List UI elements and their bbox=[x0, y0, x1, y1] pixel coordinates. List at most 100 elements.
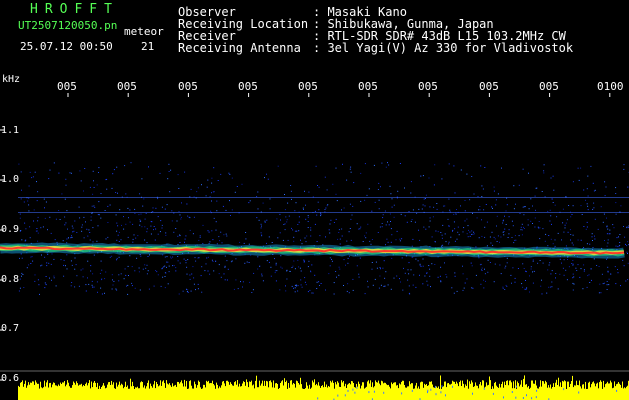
noise-pixel bbox=[293, 240, 295, 242]
noise-pixel bbox=[606, 233, 608, 235]
noise-pixel bbox=[308, 191, 310, 193]
power-bar bbox=[452, 380, 453, 400]
power-bar bbox=[378, 380, 379, 400]
noise-pixel bbox=[71, 264, 73, 266]
power-bar bbox=[174, 385, 175, 400]
noise-pixel bbox=[393, 204, 395, 206]
noise-pixel bbox=[374, 278, 376, 280]
noise-pixel bbox=[36, 228, 38, 229]
noise-pixel bbox=[515, 203, 516, 205]
power-bar bbox=[282, 380, 283, 400]
noise-pixel bbox=[500, 236, 502, 238]
power-bar bbox=[461, 386, 462, 400]
noise-pixel bbox=[195, 289, 196, 291]
noise-pixel bbox=[617, 272, 619, 274]
power-bar bbox=[135, 387, 136, 400]
noise-pixel bbox=[408, 285, 410, 287]
power-bar bbox=[385, 382, 386, 400]
noise-pixel bbox=[572, 244, 574, 246]
power-bar bbox=[33, 381, 34, 400]
noise-pixel bbox=[132, 223, 134, 225]
power-bar bbox=[445, 381, 446, 400]
power-bar bbox=[475, 382, 476, 400]
noise-pixel bbox=[94, 207, 96, 208]
noise-pixel bbox=[193, 283, 195, 285]
noise-pixel bbox=[39, 293, 40, 295]
freq-tick-0-7: 0.7 bbox=[1, 323, 20, 334]
power-bar bbox=[294, 383, 295, 400]
noise-pixel bbox=[583, 247, 585, 248]
noise-pixel bbox=[118, 231, 120, 233]
noise-pixel bbox=[346, 290, 348, 292]
noise-pixel bbox=[478, 209, 480, 211]
noise-pixel bbox=[304, 237, 306, 239]
noise-pixel bbox=[627, 253, 628, 254]
noise-pixel bbox=[270, 275, 272, 277]
noise-pixel bbox=[598, 266, 600, 267]
power-bar bbox=[462, 380, 463, 400]
noise-pixel bbox=[89, 186, 91, 188]
power-bar bbox=[316, 383, 317, 400]
noise-pixel bbox=[572, 264, 574, 266]
power-bar bbox=[58, 384, 59, 400]
power-bar bbox=[496, 385, 497, 400]
noise-pixel bbox=[109, 256, 111, 258]
power-bar bbox=[194, 381, 195, 400]
noise-pixel bbox=[31, 256, 33, 258]
power-bar bbox=[506, 380, 507, 400]
power-bar bbox=[434, 387, 435, 400]
noise-pixel bbox=[269, 198, 271, 200]
power-bar bbox=[48, 387, 49, 400]
noise-pixel bbox=[549, 220, 551, 222]
noise-pixel bbox=[387, 162, 388, 164]
noise-pixel bbox=[350, 166, 352, 168]
power-bar bbox=[250, 381, 251, 400]
noise-pixel bbox=[548, 286, 550, 288]
power-fleck bbox=[563, 388, 565, 391]
noise-pixel bbox=[427, 284, 429, 286]
noise-pixel bbox=[515, 239, 517, 241]
noise-pixel bbox=[186, 203, 188, 205]
noise-pixel bbox=[127, 265, 129, 267]
noise-pixel bbox=[508, 216, 510, 218]
power-bar bbox=[181, 380, 182, 400]
power-bar bbox=[556, 379, 557, 400]
power-bar bbox=[74, 382, 75, 400]
noise-pixel bbox=[92, 241, 94, 243]
power-bar bbox=[199, 381, 200, 400]
noise-pixel bbox=[329, 232, 331, 234]
noise-pixel bbox=[480, 165, 482, 167]
noise-pixel bbox=[113, 169, 115, 171]
noise-pixel bbox=[572, 234, 574, 236]
power-bar bbox=[392, 384, 393, 400]
noise-pixel bbox=[469, 199, 471, 201]
noise-pixel bbox=[319, 235, 321, 237]
power-bar bbox=[456, 381, 457, 400]
noise-pixel bbox=[69, 172, 71, 174]
noise-pixel bbox=[339, 238, 341, 240]
noise-pixel bbox=[524, 288, 526, 290]
noise-pixel bbox=[504, 289, 506, 290]
noise-pixel bbox=[127, 207, 129, 209]
noise-pixel bbox=[212, 239, 214, 241]
noise-pixel bbox=[393, 216, 395, 218]
noise-pixel bbox=[67, 237, 69, 239]
noise-pixel bbox=[411, 219, 413, 220]
noise-pixel bbox=[424, 198, 426, 199]
power-bar bbox=[170, 385, 171, 400]
noise-pixel bbox=[136, 257, 138, 259]
power-bar bbox=[359, 383, 360, 400]
noise-pixel bbox=[226, 279, 228, 281]
power-bar bbox=[380, 385, 381, 400]
noise-pixel bbox=[168, 265, 170, 267]
noise-pixel bbox=[453, 165, 455, 167]
noise-pixel bbox=[268, 261, 270, 263]
noise-pixel bbox=[400, 281, 401, 283]
noise-pixel bbox=[345, 264, 346, 266]
noise-pixel bbox=[307, 216, 309, 218]
noise-pixel bbox=[111, 255, 113, 257]
power-bar bbox=[594, 383, 595, 400]
noise-pixel bbox=[521, 234, 523, 236]
power-bar bbox=[329, 386, 330, 400]
noise-pixel bbox=[600, 292, 602, 294]
